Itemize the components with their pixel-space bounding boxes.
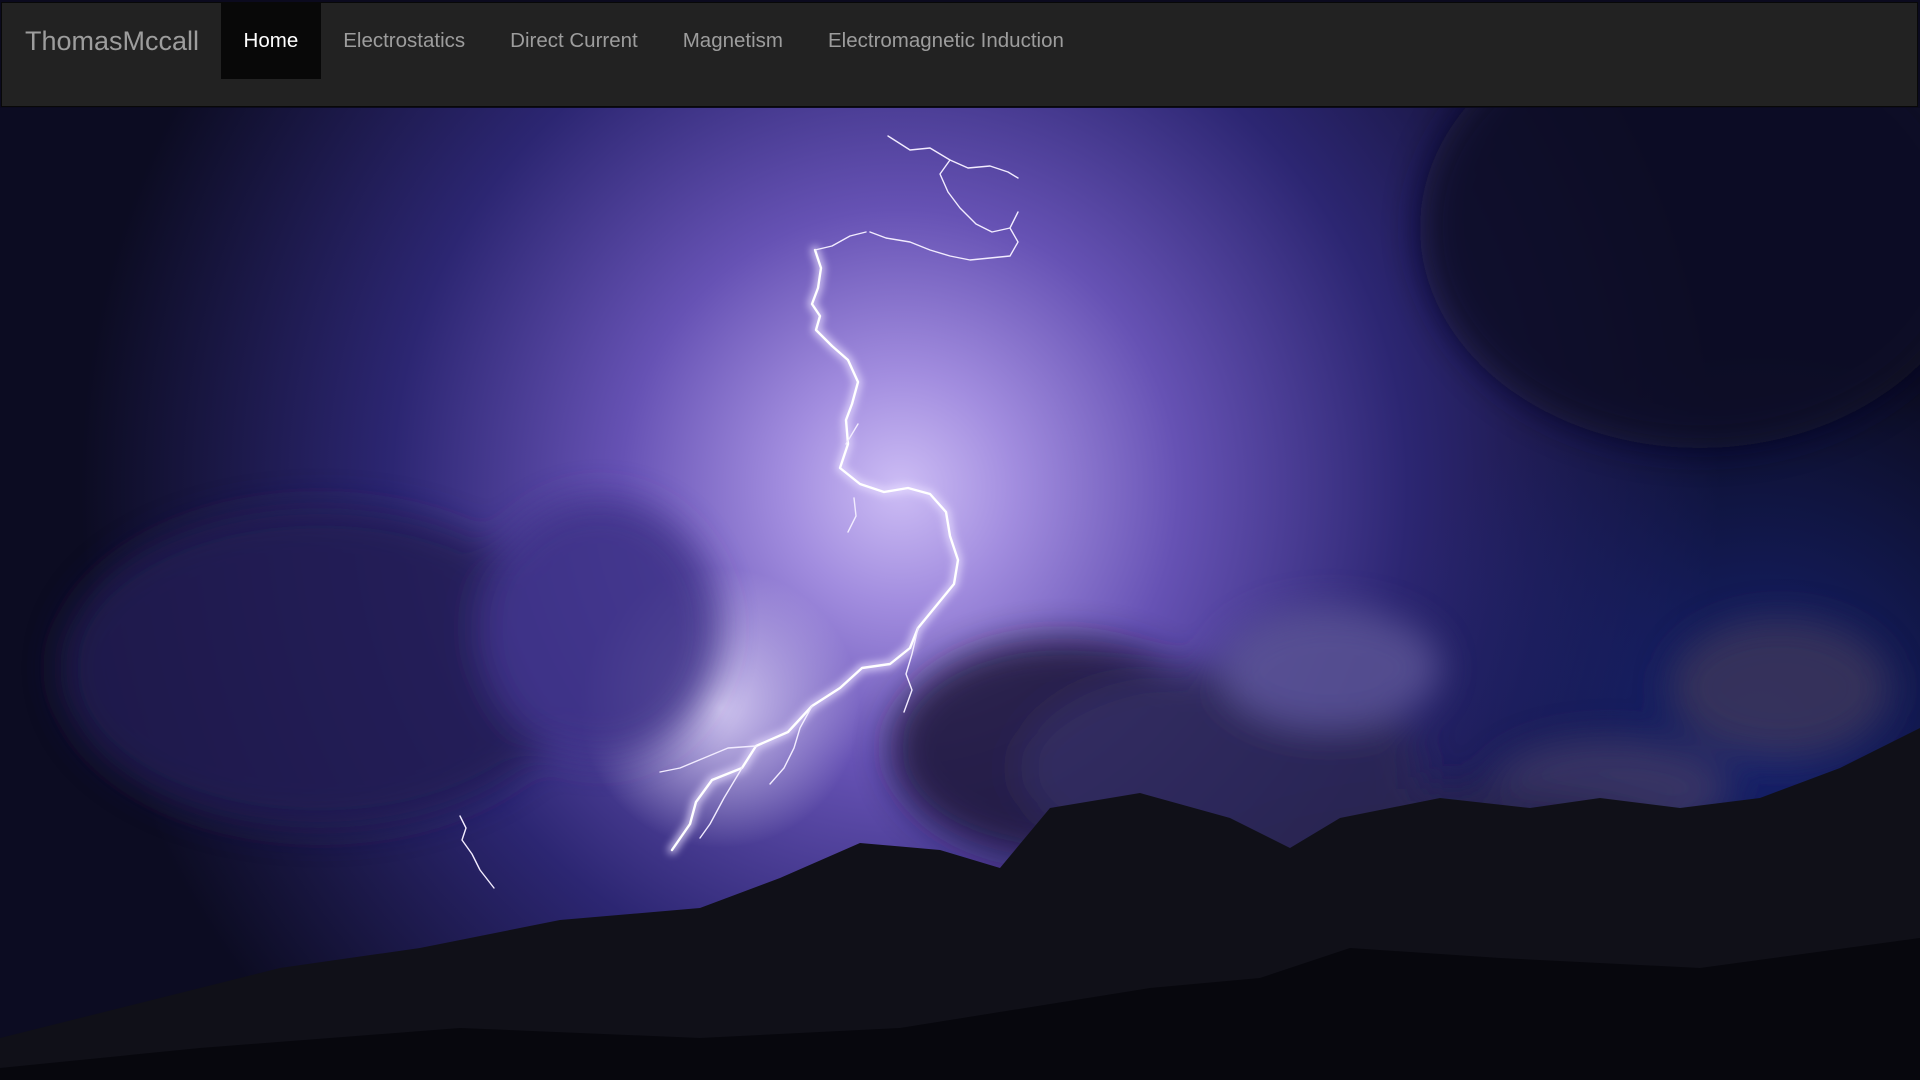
nav-item-electrostatics: Electrostatics [321, 3, 488, 79]
nav-menu: Home Electrostatics Direct Current Magne… [221, 3, 1086, 79]
nav-item-electromagnetic-induction: Electromagnetic Induction [806, 3, 1087, 79]
nav-item-home: Home [221, 3, 321, 79]
nav-link-electrostatics[interactable]: Electrostatics [321, 3, 488, 79]
lightning-storm-picture [0, 108, 1920, 1080]
nav-link-home[interactable]: Home [221, 3, 321, 79]
brand-link[interactable]: ThomasMccall [2, 3, 221, 79]
nav-link-electromagnetic-induction[interactable]: Electromagnetic Induction [806, 3, 1087, 79]
top-navbar: ThomasMccall Home Electrostatics Direct … [1, 2, 1918, 107]
hero-image [0, 108, 1920, 1080]
nav-link-direct-current[interactable]: Direct Current [488, 3, 661, 79]
nav-item-direct-current: Direct Current [488, 3, 661, 79]
nav-item-magnetism: Magnetism [660, 3, 805, 79]
nav-link-magnetism[interactable]: Magnetism [660, 3, 805, 79]
